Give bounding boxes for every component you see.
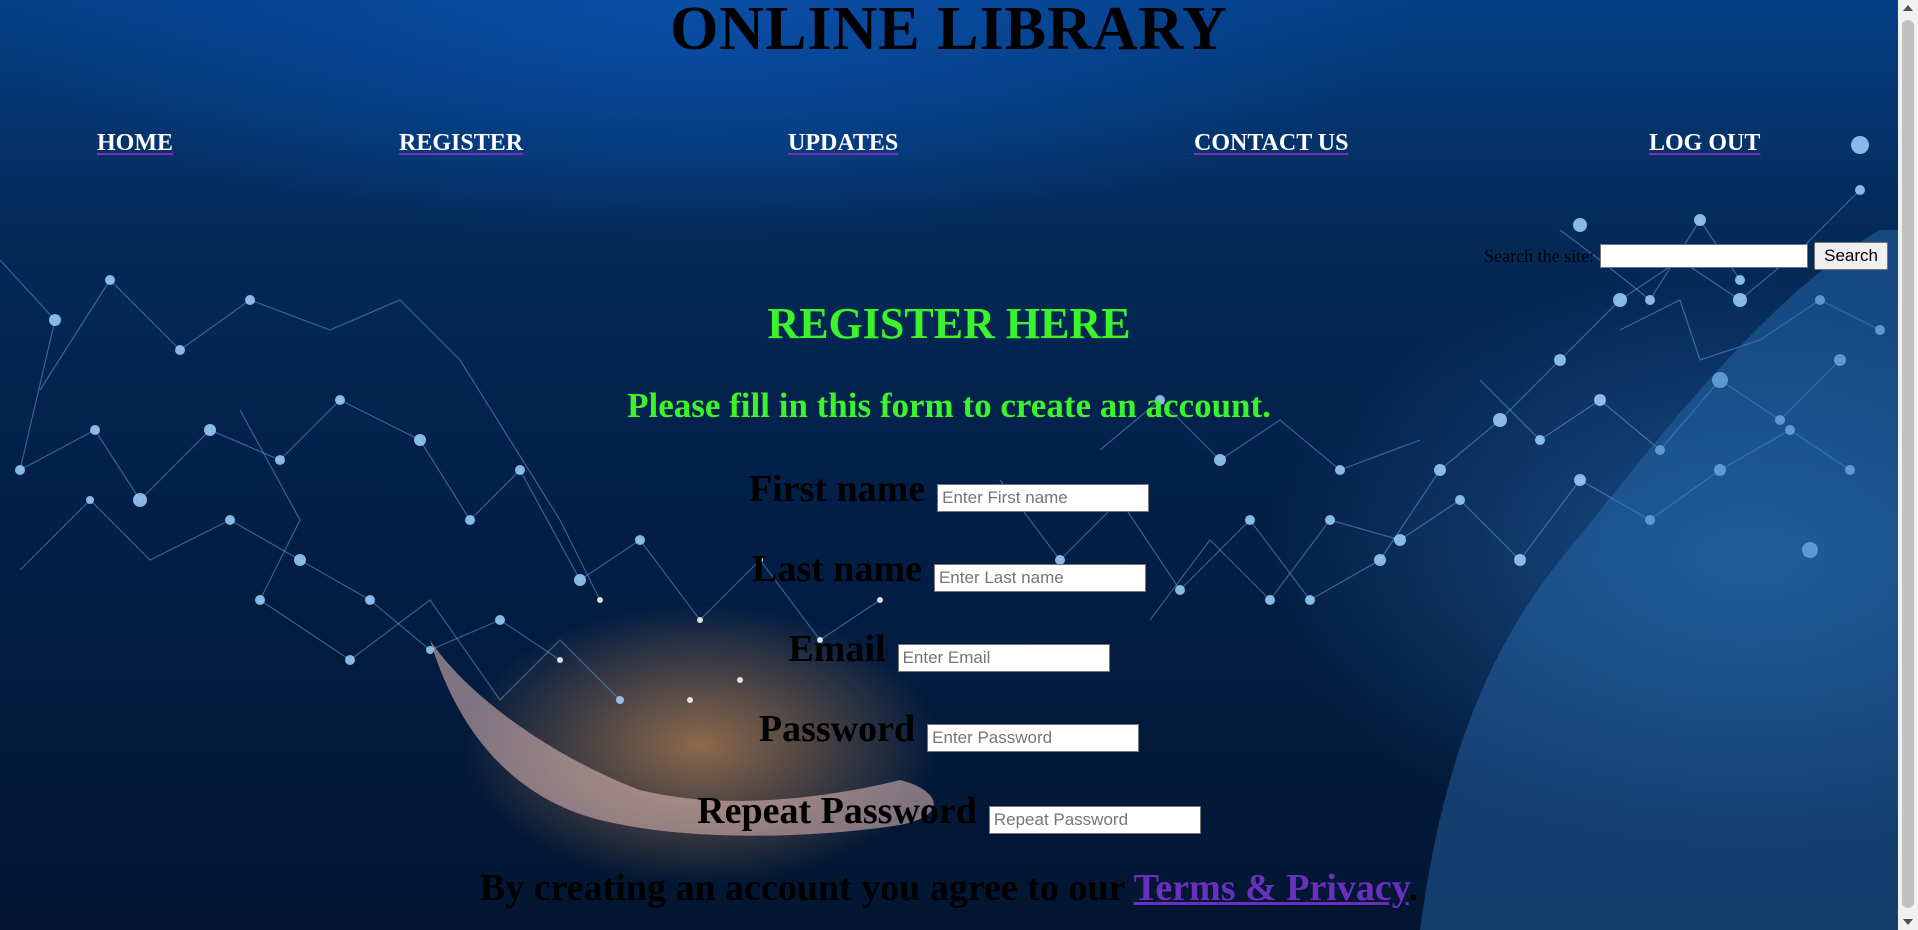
agree-end: . [1408,867,1419,909]
agree-text: By creating an account you agree to our [479,867,1134,909]
site-search: Search the site: Search [1484,242,1888,270]
nav-logout-link[interactable]: LOG OUT [1649,130,1760,157]
email-row: Email [0,628,1898,672]
email-label: Email [788,628,886,670]
password-field[interactable] [927,724,1140,752]
nav-contact-link[interactable]: CONTACT US [1194,130,1348,157]
register-heading: REGISTER HERE [767,299,1131,348]
scrollbar-thumb[interactable] [1902,20,1914,908]
first-name-label: First name [748,468,926,510]
site-title: ONLINE LIBRARY [670,0,1228,63]
last-name-row: Last name [0,548,1898,592]
nav-updates-link[interactable]: UPDATES [788,130,898,157]
terms-privacy-link[interactable]: Terms & Privacy [1134,867,1409,909]
email-field[interactable] [897,644,1110,672]
first-name-field[interactable] [937,484,1150,512]
page-scrollbar[interactable] [1898,0,1918,930]
terms-agreement: By creating an account you agree to our … [0,866,1898,910]
scroll-up-icon[interactable] [1903,5,1913,11]
nav-register-link[interactable]: REGISTER [399,130,523,157]
repeat-password-row: Repeat Password [0,790,1898,834]
first-name-row: First name [0,468,1898,512]
repeat-password-label: Repeat Password [697,790,977,832]
password-row: Password [0,708,1898,752]
register-subheading: Please fill in this form to create an ac… [627,386,1271,425]
nav-home-link[interactable]: HOME [97,130,173,157]
last-name-label: Last name [752,548,922,590]
search-button[interactable]: Search [1814,242,1888,270]
password-label: Password [758,708,916,750]
search-input[interactable] [1600,244,1809,268]
last-name-field[interactable] [933,564,1146,592]
repeat-password-field[interactable] [988,806,1201,834]
search-label: Search the site: [1484,245,1595,266]
scroll-down-icon[interactable] [1903,919,1913,925]
